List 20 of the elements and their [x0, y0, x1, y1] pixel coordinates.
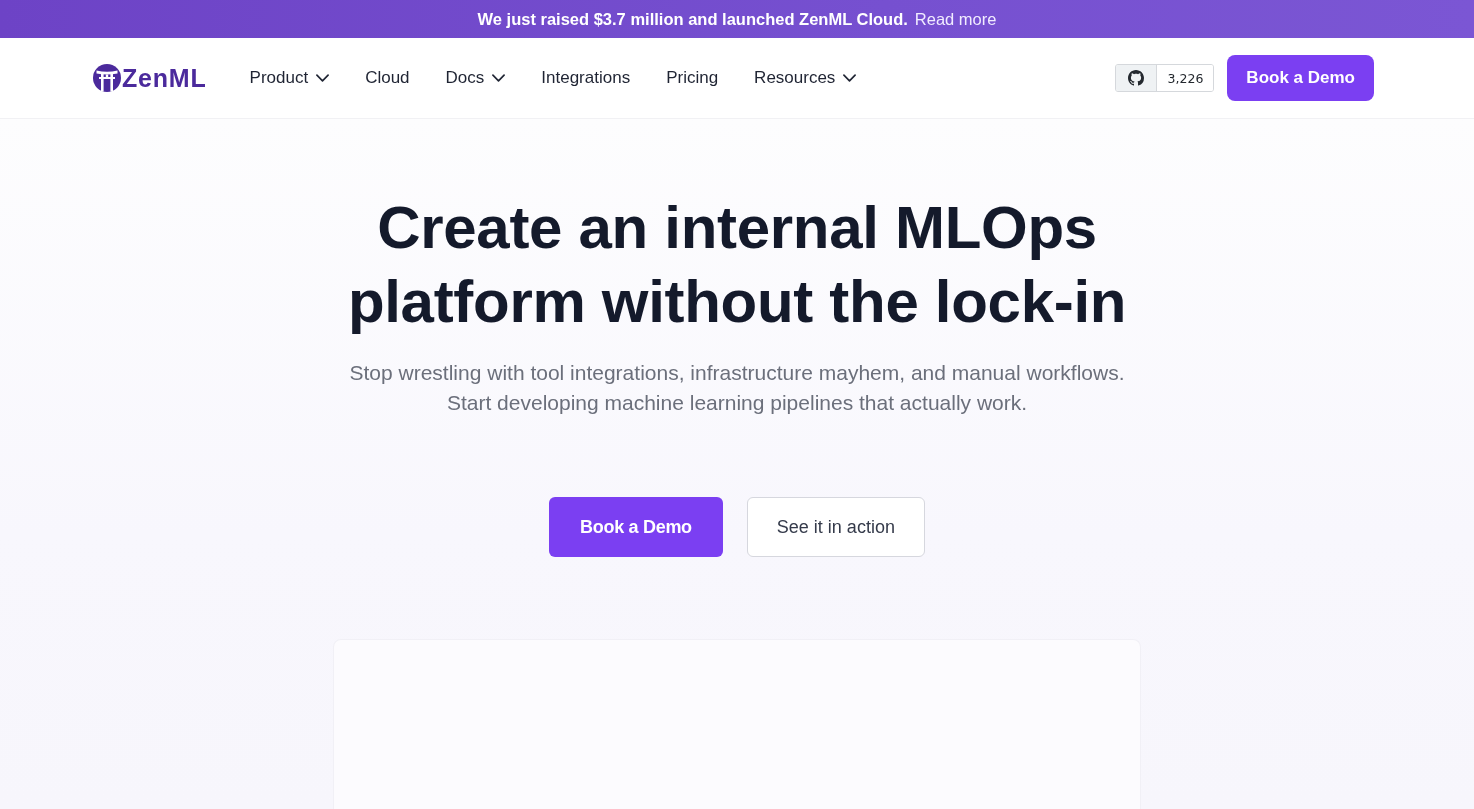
chevron-down-icon	[316, 74, 330, 82]
nav-link[interactable]: Resources	[754, 68, 857, 88]
nav-link[interactable]: Pricing	[666, 68, 719, 88]
chevron-down-icon	[843, 74, 857, 82]
nav-link[interactable]: Integrations	[541, 68, 631, 88]
nav-link[interactable]: Cloud	[365, 68, 410, 88]
see-in-action-button[interactable]: See it in action	[746, 497, 925, 557]
nav-link[interactable]: Docs	[445, 68, 506, 88]
book-demo-button[interactable]: Book a Demo	[1227, 55, 1374, 101]
hero-title: Create an internal MLOps platform without the lock-in	[346, 193, 1128, 337]
github-icon	[1115, 65, 1157, 91]
logo[interactable]: ZenML	[93, 63, 207, 93]
announcement-text: We just raised $3.7 million and launched ZenML Cloud.	[477, 9, 908, 29]
nav-link[interactable]: Product	[249, 68, 330, 88]
hero-subtitle: Stop wrestling with tool integrations, infrastructure mayhem, and manual workflows. Start developing machine learning pipelines that actually work.	[348, 360, 1126, 416]
book-demo-button[interactable]: Book a Demo	[549, 497, 723, 557]
torii-gate-icon	[93, 64, 121, 92]
github-stars-button[interactable]: 3,226	[1114, 64, 1215, 92]
chevron-down-icon	[492, 74, 506, 82]
read-more-link[interactable]: Read more	[914, 9, 997, 29]
